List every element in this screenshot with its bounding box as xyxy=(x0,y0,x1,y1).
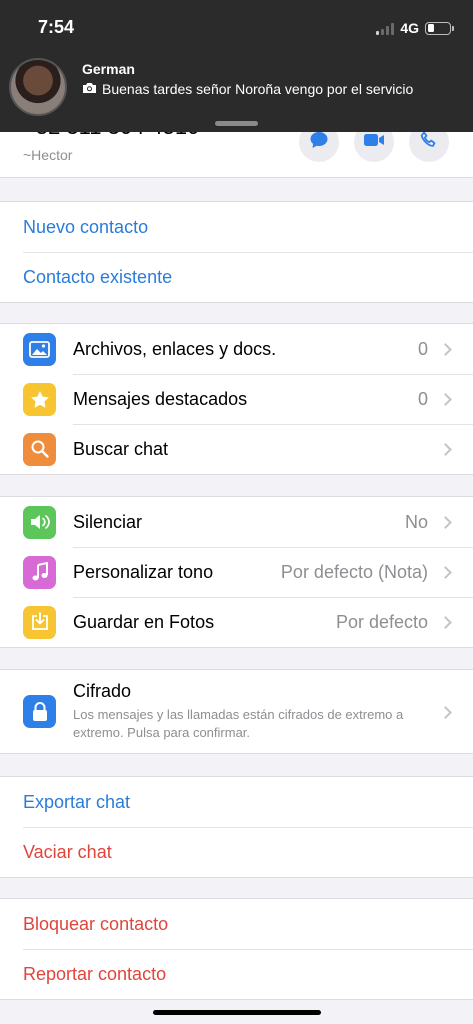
search-chat-label: Buscar chat xyxy=(73,438,169,459)
report-contact-button[interactable]: Reportar contacto xyxy=(0,964,166,985)
chevron-right-icon xyxy=(439,565,452,579)
save-photos-row[interactable]: Guardar en Fotos Por defecto xyxy=(0,597,473,647)
starred-label: Mensajes destacados xyxy=(73,388,248,409)
settings-section: Silenciar No Personalizar tono Por defec… xyxy=(0,496,473,648)
contact-actions-section: Nuevo contacto Contacto existente xyxy=(0,201,473,303)
avatar xyxy=(9,58,67,116)
block-contact-button[interactable]: Bloquear contacto xyxy=(0,914,168,935)
camera-icon xyxy=(82,81,97,97)
new-contact-button[interactable]: Nuevo contacto xyxy=(0,217,148,238)
home-indicator[interactable] xyxy=(153,1010,321,1015)
photo-icon xyxy=(23,332,56,366)
report-contact-row[interactable]: Reportar contacto xyxy=(0,949,473,999)
mute-label: Silenciar xyxy=(73,511,143,532)
notification-sender: German xyxy=(82,61,135,77)
new-contact-row[interactable]: Nuevo contacto xyxy=(0,202,473,252)
music-note-icon xyxy=(23,555,56,589)
status-indicators: 4G xyxy=(376,20,454,36)
custom-tone-label: Personalizar tono xyxy=(73,561,214,582)
search-icon xyxy=(23,432,56,466)
chevron-right-icon xyxy=(439,515,452,529)
mute-row[interactable]: Silenciar No xyxy=(0,497,473,547)
notification-message-row: Buenas tardes señor Noroña vengo por el … xyxy=(82,81,413,97)
status-time: 7:54 xyxy=(38,17,75,37)
chevron-right-icon xyxy=(439,392,452,406)
save-photos-label: Guardar en Fotos xyxy=(73,611,215,632)
search-chat-row[interactable]: Buscar chat xyxy=(0,424,473,474)
speaker-icon xyxy=(23,505,56,539)
chat-actions-section: Exportar chat Vaciar chat xyxy=(0,776,473,878)
mute-value: No xyxy=(404,511,428,532)
export-chat-row[interactable]: Exportar chat xyxy=(0,777,473,827)
clear-chat-button[interactable]: Vaciar chat xyxy=(0,842,112,863)
chevron-right-icon xyxy=(439,342,452,356)
video-icon xyxy=(363,132,385,153)
clear-chat-row[interactable]: Vaciar chat xyxy=(0,827,473,877)
starred-row[interactable]: Mensajes destacados 0 xyxy=(0,374,473,424)
export-chat-button[interactable]: Exportar chat xyxy=(0,792,130,813)
files-count: 0 xyxy=(417,338,428,359)
danger-section: Bloquear contacto Reportar contacto xyxy=(0,898,473,1000)
existing-contact-row[interactable]: Contacto existente xyxy=(0,252,473,302)
encryption-section[interactable]: Cifrado Los mensajes y las llamadas está… xyxy=(0,669,473,754)
save-photos-value: Por defecto xyxy=(335,611,428,632)
lock-icon xyxy=(23,695,56,728)
encryption-title: Cifrado xyxy=(73,681,132,701)
contact-subtitle: ~Hector xyxy=(23,147,73,163)
files-row[interactable]: Archivos, enlaces y docs. 0 xyxy=(0,324,473,374)
media-section: Archivos, enlaces y docs. 0 Mensajes des… xyxy=(0,323,473,475)
notification-banner[interactable]: 7:54 4G German Buenas tardes señor Noroñ… xyxy=(0,0,473,132)
phone-icon xyxy=(420,131,438,154)
star-icon xyxy=(23,382,56,416)
existing-contact-button[interactable]: Contacto existente xyxy=(0,267,172,288)
message-icon xyxy=(309,130,329,155)
files-label: Archivos, enlaces y docs. xyxy=(73,338,277,359)
chevron-right-icon xyxy=(439,615,452,629)
download-icon xyxy=(23,605,56,639)
notification-message: Buenas tardes señor Noroña vengo por el … xyxy=(102,81,414,97)
custom-tone-row[interactable]: Personalizar tono Por defecto (Nota) xyxy=(0,547,473,597)
banner-grabber[interactable] xyxy=(215,121,258,126)
battery-icon xyxy=(425,21,454,35)
custom-tone-value: Por defecto (Nota) xyxy=(280,561,428,582)
encryption-description: Los mensajes y las llamadas están cifrad… xyxy=(73,707,404,740)
chevron-right-icon xyxy=(439,442,452,456)
block-contact-row[interactable]: Bloquear contacto xyxy=(0,899,473,949)
chevron-right-icon xyxy=(439,706,452,719)
network-type: 4G xyxy=(400,20,419,36)
starred-count: 0 xyxy=(417,388,428,409)
signal-icon xyxy=(376,22,395,35)
